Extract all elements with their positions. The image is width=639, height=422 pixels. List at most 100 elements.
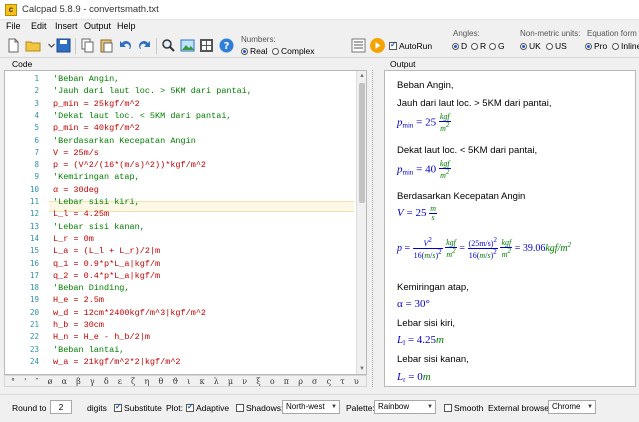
output-text: Beban Angin, [397,80,454,91]
panel-splitter[interactable] [368,70,380,387]
shadows-checkbox[interactable]: Shadows: [236,403,283,413]
code-editor[interactable]: 1 2 3 4 5 6 7 8 9 10 11 12 13 14 15 16 17 18 19 20 21 22 23 24 … [4,70,367,375]
menu-edit[interactable]: Edit [31,21,47,31]
external-browser-label: External browser: [488,403,555,413]
output-view: Beban Angin, Jauh dari laut loc. > 5KM d… [384,70,636,387]
line-number: 20 [29,307,39,317]
line-number: 12 [29,209,39,219]
smooth-checkbox[interactable]: Smooth [444,403,483,413]
shadows-select[interactable]: North-west ▼ [282,400,340,414]
line-number-gutter: 1 2 3 4 5 6 7 8 9 10 11 12 13 14 15 16 17 18 19 20 21 22 23 24 [5,71,43,374]
line-number: 14 [29,233,39,243]
redo-icon[interactable] [136,37,153,54]
adaptive-checkbox[interactable]: Adaptive [186,402,229,413]
palette-label: Palette: [346,403,375,413]
math-l-left: Ll = 4.25m [397,334,444,347]
line-number: 19 [29,295,39,305]
code-line[interactable]: L_r = 0m [53,234,94,244]
digits-label: digits [87,403,107,413]
line-number: 2 [34,86,39,96]
find-icon[interactable] [160,37,177,54]
round-digits-input[interactable]: 2 [50,400,72,414]
save-icon[interactable] [55,37,72,54]
open-folder-icon[interactable] [25,37,42,54]
menu-help[interactable]: Help [117,21,136,31]
line-number: 16 [29,258,39,268]
format-list-icon[interactable] [350,37,367,54]
code-line[interactable]: 'Lebar sisi kiri, [53,197,140,207]
palette-select[interactable]: Rainbow ▼ [374,400,436,414]
output-text: Dekat laut loc. < 5KM dari pantai, [397,145,538,156]
code-line[interactable]: 'Berdasarkan Kecepatan Angin [53,136,196,146]
code-line[interactable]: p_min = 25kgf/m^2 [53,99,140,109]
code-line[interactable]: L_l = 4.25m [53,209,109,219]
run-icon[interactable] [369,37,386,54]
help-icon[interactable]: ? [218,37,235,54]
angle-g-radio[interactable]: G [489,41,505,51]
code-line[interactable]: w_d = 12cm*2400kgf/m^3|kgf/m^2 [53,308,206,318]
insert-image-icon[interactable] [179,37,196,54]
angle-g-label: G [498,41,505,51]
code-line[interactable]: L_a = (L_l + L_r)/2|m [53,246,160,256]
eq-inline-radio[interactable]: Inline [612,41,639,51]
chevron-down-icon: ▼ [427,404,433,410]
line-number: 24 [29,356,39,366]
units-uk-radio[interactable]: UK [520,41,541,51]
scroll-thumb[interactable] [359,83,365,203]
code-line[interactable]: H_n = H_e - h_b/2|m [53,332,150,342]
real-radio[interactable]: Real [241,46,267,56]
angles-label: Angles: [453,29,480,38]
eq-inline-label: Inline [621,41,639,51]
window-title: Calcpad 5.8.9 - convertsmath.txt [22,4,159,15]
keypad-icon[interactable] [198,37,215,54]
menu-output[interactable]: Output [84,21,111,31]
complex-radio[interactable]: Complex [272,46,315,56]
code-line[interactable]: 'Dekat laut loc. < 5KM dari pantai, [53,111,232,121]
code-line[interactable]: w_a = 21kgf/m^2*2|kgf/m^2 [53,357,181,367]
scroll-down-icon[interactable]: ▼ [357,364,366,374]
code-line[interactable]: 'Beban lantai, [53,345,124,355]
open-dropdown-icon[interactable] [43,37,55,54]
scroll-up-icon[interactable]: ▲ [357,71,366,81]
code-line[interactable]: 'Lebar sisi kanan, [53,222,145,232]
units-us-radio[interactable]: US [546,41,567,51]
undo-icon[interactable] [117,37,134,54]
code-line[interactable]: q_2 = 0.4*p*L_a|kgf/m [53,271,160,281]
code-line[interactable]: H_e = 2.5m [53,295,104,305]
code-line[interactable]: p = (V^2/(16*(m/s)^2))*kgf/m^2 [53,160,206,170]
line-number: 4 [34,110,39,120]
real-label: Real [250,46,268,56]
code-line[interactable]: q_1 = 0.9*p*L_a|kgf/m [53,259,160,269]
code-line[interactable]: 'Kemiringan atap, [53,172,140,182]
angle-d-radio[interactable]: D [452,41,467,51]
status-bar: Round to 2 digits Substitute Plot: Adapt… [0,394,639,422]
eq-pro-radio[interactable]: Pro [585,41,607,51]
svg-text:?: ? [224,41,230,52]
line-number: 15 [29,246,39,256]
code-line[interactable]: 'Jauh dari laut loc. > 5KM dari pantai, [53,86,252,96]
code-line[interactable]: h_b = 30cm [53,320,104,330]
code-line[interactable]: p_min = 40kgf/m^2 [53,123,140,133]
code-vertical-scrollbar[interactable]: ▲ ▼ [356,71,366,374]
code-line[interactable]: α = 30deg [53,185,99,195]
greek-symbol-bar[interactable]: ° ' ″ ø α β γ δ ε ζ η θ ϑ ι κ λ μ ν ξ ο … [4,375,367,387]
chevron-down-icon: ▼ [587,404,593,410]
browser-select[interactable]: Chrome ▼ [548,400,596,414]
code-line[interactable]: V = 25m/s [53,148,99,158]
copy-icon[interactable] [79,37,96,54]
line-number: 6 [34,135,39,145]
paste-icon[interactable] [98,37,115,54]
line-number: 10 [29,184,39,194]
menu-insert[interactable]: Insert [55,21,78,31]
code-line[interactable]: 'Beban Dinding, [53,283,130,293]
math-pmin-2: pmin = 40 kgf m2 [397,159,451,180]
code-panel-title: Code [12,59,33,69]
line-number: 22 [29,332,39,342]
angle-r-radio[interactable]: R [471,41,486,51]
new-file-icon[interactable] [5,37,22,54]
code-line[interactable]: 'Beban Angin, [53,74,119,84]
round-label: Round to [12,403,47,413]
menu-file[interactable]: File [6,21,21,31]
substitute-checkbox[interactable]: Substitute [114,402,162,413]
autorun-checkbox[interactable]: AutoRun [389,40,432,51]
